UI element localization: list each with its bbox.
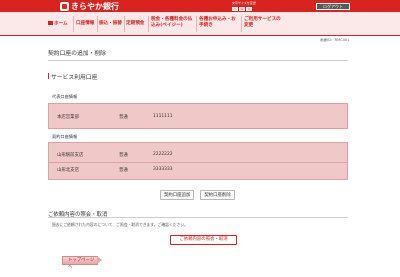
logo-mark-icon xyxy=(60,2,69,11)
account-number: 1111111 xyxy=(153,114,173,119)
account-action-buttons: 契約口座追加 契約口座削除 xyxy=(160,190,235,200)
nav-item-time-deposit[interactable]: 定期預金 xyxy=(126,21,144,27)
logo-text: きらやか銀行 xyxy=(71,2,119,11)
account-row: 山形駅前支店 普通 2222222 xyxy=(49,148,347,161)
nav-item-applications[interactable]: 各種お申込み・お手続き xyxy=(199,17,239,28)
delete-contract-account-button[interactable]: 契約口座削除 xyxy=(200,190,235,200)
nav-divider xyxy=(148,16,149,32)
account-row: 本店営業部 普通 1111111 xyxy=(49,110,347,123)
nav-item-payeasy[interactable]: 税金・各種料金の払込み(ペイジー) xyxy=(151,17,194,28)
account-type: 普通 xyxy=(119,115,128,120)
bank-logo: きらやか銀行 xyxy=(60,2,119,11)
account-number: 2222222 xyxy=(153,152,173,157)
branch-name: 本店営業部 xyxy=(57,115,79,120)
representative-account-label: 代表口座情報 xyxy=(52,94,78,99)
font-size-label: 文字サイズを変更 xyxy=(232,1,256,5)
inquiry-cancel-button[interactable]: ご依頼内容の照会・取消 xyxy=(170,235,237,245)
nav-item-account-info[interactable]: 口座情報 xyxy=(76,21,94,27)
page-title: 契約口座の追加・削除 xyxy=(48,51,106,57)
account-type: 普通 xyxy=(119,153,128,158)
add-contract-account-button[interactable]: 契約口座追加 xyxy=(160,190,195,200)
contract-account-label: 契約口座情報 xyxy=(52,134,78,139)
title-divider xyxy=(48,60,348,61)
representative-account-panel: 本店営業部 普通 1111111 xyxy=(48,103,348,129)
header-bar: きらやか銀行 文字サイズを変更 小 中 大 ログアウト xyxy=(0,0,400,12)
font-size-small-button[interactable]: 小 xyxy=(232,6,238,11)
nav-item-transfer[interactable]: 振込・振替 xyxy=(99,21,122,27)
nav-divider xyxy=(73,16,74,32)
contract-account-panel: 山形駅前支店 普通 2222222 山形北支店 普通 3333333 xyxy=(48,142,348,180)
font-size-control: 文字サイズを変更 小 中 大 xyxy=(232,1,266,11)
nav-item-home[interactable]: ホーム xyxy=(48,21,68,27)
nav-item-service-change[interactable]: ご利用サービスの変更 xyxy=(244,17,282,28)
global-nav: ホーム 口座情報 振込・振替 定期預金 税金・各種料金の払込み(ペイジー) 各種… xyxy=(0,12,400,36)
nav-divider xyxy=(97,16,98,32)
branch-name: 山形北支店 xyxy=(57,168,79,173)
inquiry-divider xyxy=(48,217,348,218)
nav-divider xyxy=(196,16,197,32)
font-size-medium-button[interactable]: 中 xyxy=(239,6,245,11)
nav-divider xyxy=(241,16,242,32)
inquiry-description: 過去にご依頼された内容のについて、ご照会・取消できます。ご確認ください。 xyxy=(52,222,188,227)
screen-id: 画面ID：RMC001 xyxy=(320,38,350,42)
home-icon xyxy=(48,21,53,25)
section-accent-bar xyxy=(48,73,49,79)
branch-name: 山形駅前支店 xyxy=(57,153,84,158)
top-page-button[interactable]: トップページへ xyxy=(62,256,102,270)
font-size-large-button[interactable]: 大 xyxy=(246,6,252,11)
nav-divider xyxy=(124,16,125,32)
logout-button[interactable]: ログアウト xyxy=(316,3,350,10)
account-type: 普通 xyxy=(119,168,128,173)
account-row: 山形北支店 普通 3333333 xyxy=(49,162,347,175)
account-number: 3333333 xyxy=(153,167,173,172)
section-title-service-accounts: サービス利用口座 xyxy=(51,75,98,81)
